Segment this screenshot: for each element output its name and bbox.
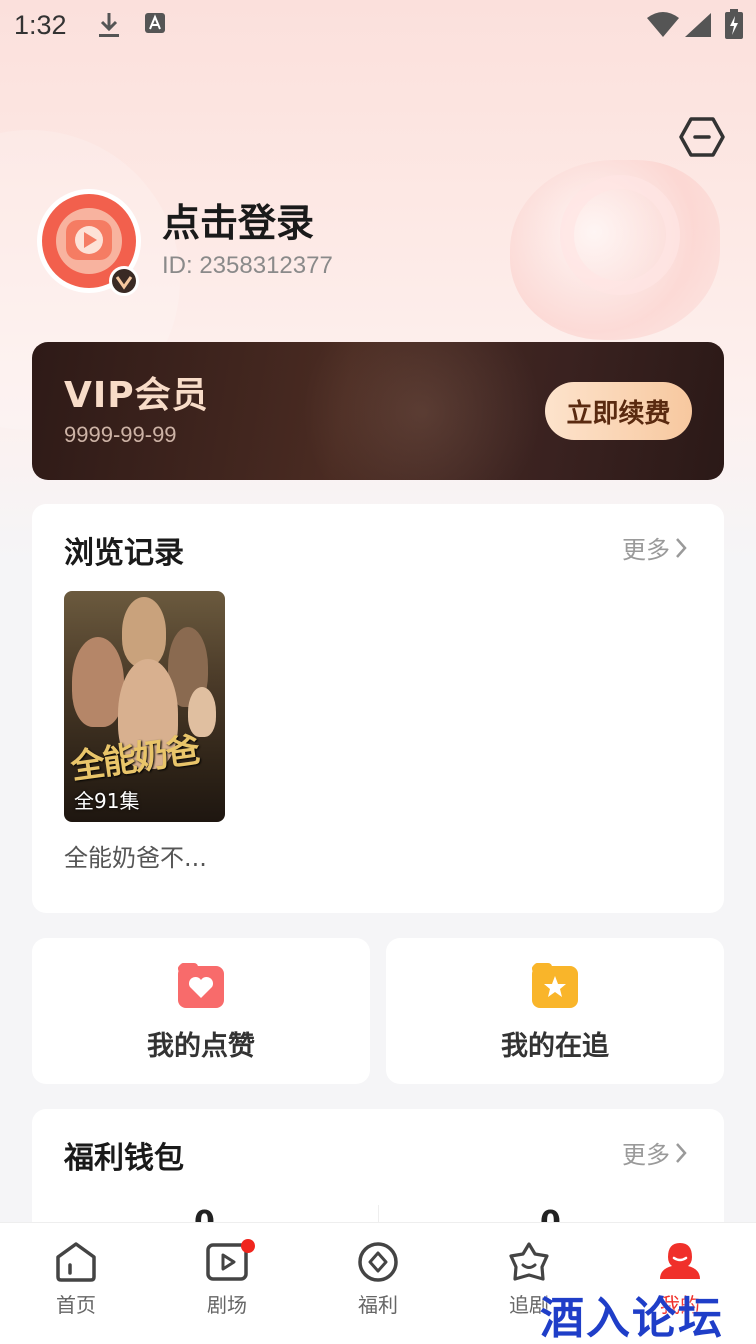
vip-expiry-date: 9999-99-99	[64, 422, 177, 447]
download-icon	[96, 10, 122, 44]
chevron-right-icon	[676, 1142, 687, 1163]
history-card: 浏览记录 更多 全能奶爸 全91集 全能奶爸不...	[32, 504, 724, 913]
my-following-button[interactable]: 我的在追	[386, 938, 724, 1084]
home-icon	[56, 1242, 96, 1282]
more-label: 更多	[622, 536, 670, 564]
battery-icon	[724, 8, 744, 44]
star-face-icon	[509, 1242, 549, 1281]
settings-button[interactable]	[678, 116, 726, 158]
vip-card[interactable]: VIP会员 9999-99-99 立即续费	[32, 342, 724, 480]
history-item-title[interactable]: 全能奶爸不...	[64, 838, 207, 873]
nav-benefits[interactable]: 福利	[328, 1241, 428, 1318]
nav-label: 福利	[358, 1293, 398, 1317]
my-following-label: 我的在追	[501, 1031, 609, 1062]
wallet-more-link[interactable]: 更多	[622, 1135, 688, 1170]
nav-home[interactable]: 首页	[26, 1241, 126, 1318]
poster-figure	[72, 637, 124, 727]
heart-folder-icon	[178, 963, 224, 1008]
nav-label: 首页	[56, 1293, 96, 1317]
hexagon-settings-icon	[679, 117, 725, 157]
avatar[interactable]	[36, 188, 144, 296]
my-likes-button[interactable]: 我的点赞	[32, 938, 370, 1084]
vip-title: VIP会员	[64, 375, 209, 416]
episode-count: 全91集	[74, 789, 140, 813]
star-folder-icon	[532, 963, 578, 1008]
wallet-title: 福利钱包	[64, 1141, 184, 1176]
status-bar: 1:32	[0, 0, 756, 52]
my-likes-label: 我的点赞	[147, 1031, 255, 1062]
diamond-coin-icon	[358, 1242, 398, 1282]
watermark: 酒入论坛	[540, 1293, 724, 1344]
history-poster[interactable]: 全能奶爸 全91集	[64, 591, 225, 822]
notification-dot	[241, 1239, 255, 1253]
history-title: 浏览记录	[64, 536, 184, 571]
nav-label: 剧场	[207, 1293, 247, 1317]
status-time: 1:32	[14, 10, 67, 40]
more-label: 更多	[622, 1141, 670, 1169]
login-prompt[interactable]: 点击登录	[162, 192, 314, 247]
signal-icon	[684, 12, 712, 42]
wifi-icon	[646, 12, 680, 42]
renew-button[interactable]: 立即续费	[545, 382, 692, 440]
poster-figure	[122, 597, 166, 667]
history-more-link[interactable]: 更多	[622, 530, 688, 565]
a-icon	[144, 10, 166, 40]
nav-theater[interactable]: 剧场	[177, 1239, 277, 1318]
user-id: ID: 2358312377	[162, 252, 333, 279]
user-icon	[660, 1243, 700, 1279]
hero-decoration-ring	[560, 175, 680, 295]
chevron-right-icon	[676, 537, 687, 558]
poster-title-art: 全能奶爸	[68, 730, 201, 788]
